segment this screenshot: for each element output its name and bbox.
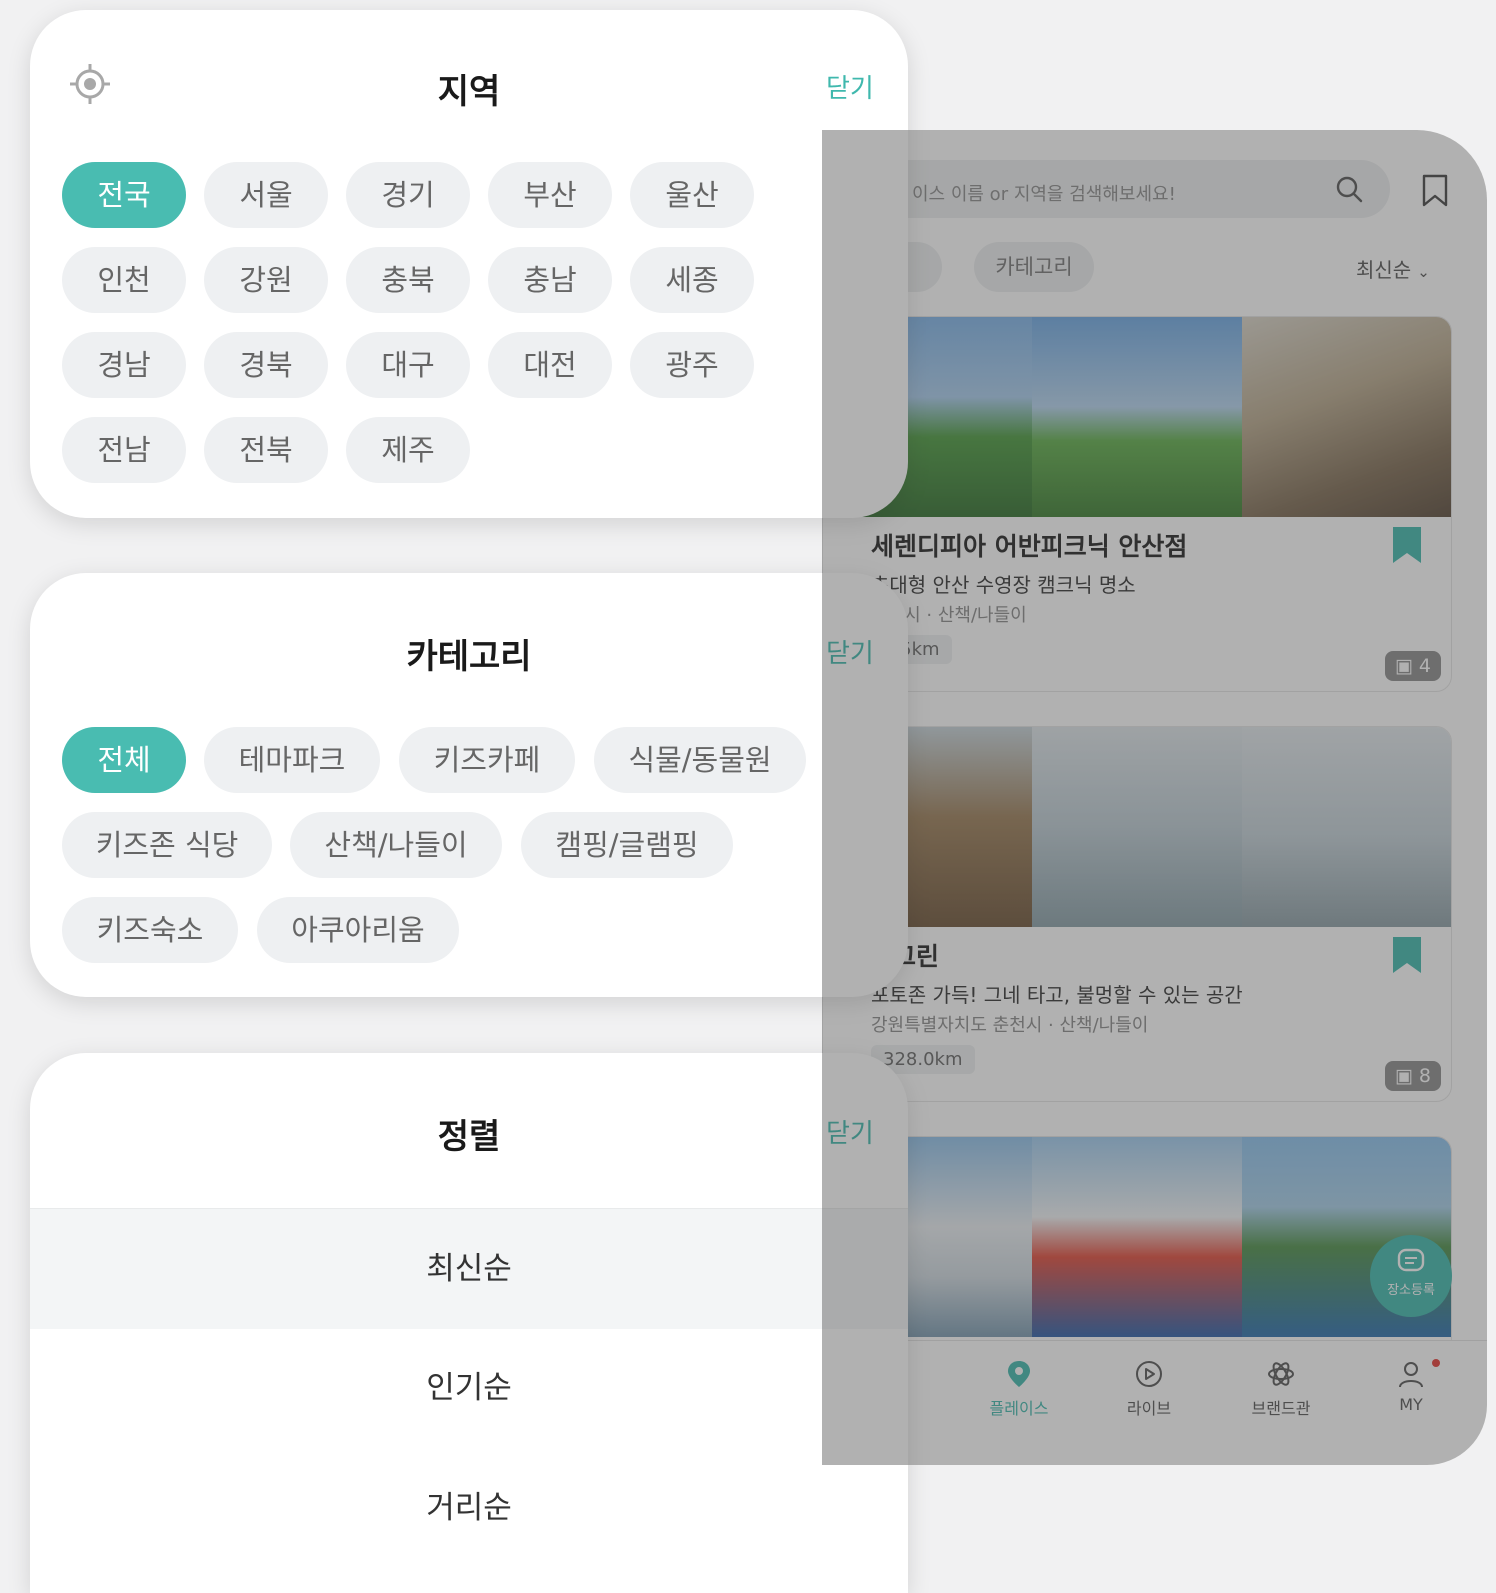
close-button[interactable]: 닫기 (826, 68, 874, 105)
region-chip[interactable]: 전국 (62, 162, 186, 228)
region-chip[interactable]: 서울 (204, 162, 328, 228)
sort-option-popular[interactable]: 인기순 (30, 1328, 908, 1448)
region-chip[interactable]: 울산 (630, 162, 754, 228)
search-placeholder: 이스 이름 or 지역을 검색해보세요! (912, 184, 1176, 205)
sort-label: 최신순 (1356, 258, 1412, 282)
sheet-title: 카테고리 (406, 637, 532, 677)
image-count-badge: ▣ 4 (1384, 651, 1441, 681)
region-chip[interactable]: 충남 (488, 247, 612, 313)
bookmark-filled-icon[interactable] (1391, 527, 1423, 563)
category-chip[interactable]: 산책/나들이 (290, 812, 502, 878)
chat-icon (1397, 1248, 1425, 1272)
category-chip[interactable]: 캠핑/글램핑 (521, 812, 733, 878)
category-chip[interactable]: 키즈카페 (399, 727, 575, 793)
region-chip[interactable]: 광주 (630, 332, 754, 398)
sort-option-latest[interactable]: 최신순 (30, 1208, 908, 1329)
filter-chip-category[interactable]: 카테고리 (974, 242, 1094, 292)
category-chip[interactable]: 아쿠아리움 (257, 897, 459, 963)
region-chip[interactable]: 경북 (204, 332, 328, 398)
nav-label: 브랜드관 (1251, 1399, 1311, 1418)
card-location: 강원특별자치도 춘천시 · 산책/나들이 (871, 1015, 1149, 1036)
region-chip[interactable]: 전북 (204, 417, 328, 483)
bookmark-icon[interactable] (1420, 174, 1450, 208)
region-chip[interactable]: 제주 (346, 417, 470, 483)
background-app-screen: 이스 이름 or 지역을 검색해보세요! 지역 카테고리 최신순⌄ ▣ 4 세렌… (822, 130, 1487, 1465)
sort-dropdown[interactable]: 최신순 ⌄ (1356, 254, 1430, 283)
nav-label: 플레이스 (989, 1399, 1049, 1418)
nav-item-live[interactable]: 라이브 (1104, 1359, 1194, 1419)
region-chip[interactable]: 강원 (204, 247, 328, 313)
add-place-label: 장소등록 (1387, 1283, 1435, 1298)
card-photo (1032, 727, 1242, 927)
region-chip[interactable]: 충북 (346, 247, 470, 313)
region-chip[interactable]: 세종 (630, 247, 754, 313)
card-title: 세렌디피아 어반피크닉 안산점 (871, 532, 1188, 561)
category-chip[interactable]: 키즈숙소 (62, 897, 238, 963)
card-image-strip (823, 727, 1451, 927)
search-icon[interactable] (1334, 174, 1364, 204)
sheet-title: 지역 (437, 72, 501, 112)
category-chip[interactable]: 테마파크 (204, 727, 380, 793)
card-description: 포토존 가득! 그네 타고, 불멍할 수 있는 공간 (871, 983, 1243, 1007)
region-chip[interactable]: 경기 (346, 162, 470, 228)
play-circle-icon (1136, 1361, 1162, 1387)
notification-dot (1432, 1359, 1440, 1367)
region-chip[interactable]: 인천 (62, 247, 186, 313)
category-sheet: 카테고리 닫기 전체 테마파크 키즈카페 식물/동물원 키즈존 식당 산책/나들… (30, 573, 908, 997)
bottom-navigation: 플레이스 라이브 브랜드관 MY (822, 1340, 1487, 1465)
category-chip[interactable]: 전체 (62, 727, 186, 793)
region-sheet: 지역 닫기 전국 서울 경기 부산 울산 인천 강원 충북 충남 세종 경남 경… (30, 10, 908, 518)
bookmark-filled-icon[interactable] (1391, 937, 1423, 973)
close-button[interactable]: 닫기 (826, 633, 874, 670)
chevron-down-icon: ⌄ (1417, 263, 1430, 281)
nav-item-place[interactable]: 플레이스 (974, 1359, 1064, 1419)
user-icon (1399, 1362, 1423, 1388)
region-chip[interactable]: 전남 (62, 417, 186, 483)
card-image-strip (823, 1137, 1451, 1337)
nav-label: 라이브 (1126, 1399, 1172, 1418)
card-photo (1241, 317, 1451, 517)
sheet-title: 정렬 (437, 1117, 501, 1157)
card-photo (1032, 1137, 1242, 1337)
card-photo (1032, 317, 1242, 517)
card-image-strip (823, 317, 1451, 517)
category-chip[interactable]: 식물/동물원 (594, 727, 806, 793)
add-place-button[interactable]: 장소등록 (1370, 1235, 1452, 1317)
map-pin-icon (1008, 1361, 1030, 1387)
region-chip[interactable]: 경남 (62, 332, 186, 398)
place-card[interactable]: ▣ 8 그린 포토존 가득! 그네 타고, 불멍할 수 있는 공간 강원특별자치… (822, 726, 1452, 1102)
nav-item-my[interactable]: MY (1366, 1359, 1456, 1414)
nav-label: MY (1399, 1395, 1423, 1414)
nav-item-brand[interactable]: 브랜드관 (1236, 1359, 1326, 1419)
card-description: 초대형 안산 수영장 캠크닉 명소 (871, 573, 1136, 597)
sort-option-distance[interactable]: 거리순 (30, 1448, 908, 1568)
region-chip[interactable]: 부산 (488, 162, 612, 228)
place-card[interactable]: ▣ 4 세렌디피아 어반피크닉 안산점 초대형 안산 수영장 캠크닉 명소 안산… (822, 316, 1452, 692)
region-chip[interactable]: 대전 (488, 332, 612, 398)
category-chip[interactable]: 키즈존 식당 (62, 812, 272, 878)
image-count-badge: ▣ 8 (1384, 1061, 1441, 1091)
card-photo (1241, 727, 1451, 927)
atom-icon (1268, 1362, 1294, 1386)
close-button[interactable]: 닫기 (826, 1113, 874, 1150)
sort-sheet: 정렬 닫기 최신순 인기순 거리순 (30, 1053, 908, 1593)
region-chip[interactable]: 대구 (346, 332, 470, 398)
